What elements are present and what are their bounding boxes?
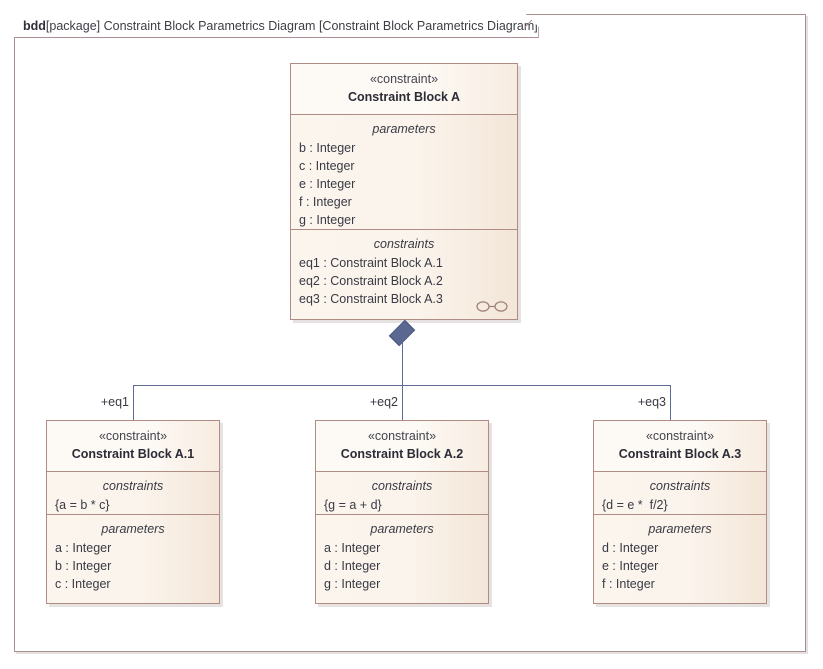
block-title-compartment: «constraint» Constraint Block A.3 — [594, 421, 766, 472]
constraints-compartment: constraints {g = a + d} — [316, 472, 488, 515]
block-constraint-block-a[interactable]: «constraint» Constraint Block A paramete… — [290, 63, 518, 320]
block-constraint-block-a-3[interactable]: «constraint» Constraint Block A.3 constr… — [593, 420, 767, 604]
parameter-item: e : Integer — [299, 177, 356, 191]
compartment-label: parameters — [370, 522, 434, 536]
constraint-item: {a = b * c} — [55, 498, 110, 512]
compartment-label: constraints — [371, 479, 433, 493]
constraint-item: {g = a + d} — [324, 498, 382, 512]
compartment-label: parameters — [101, 522, 165, 536]
parameter-item: b : Integer — [55, 559, 112, 573]
compartment-label: parameters — [372, 122, 436, 136]
diagram-kind-keyword: bdd — [23, 18, 46, 33]
constraint-item: {d = e * f/2} — [602, 498, 668, 512]
diagram-frame-header: bdd [package] Constraint Block Parametric… — [14, 14, 539, 38]
parameter-item: d : Integer — [602, 541, 659, 555]
block-constraint-block-a-1[interactable]: «constraint» Constraint Block A.1 constr… — [46, 420, 220, 604]
parameter-item: c : Integer — [55, 577, 111, 591]
parameter-item: e : Integer — [602, 559, 659, 573]
edge-label-eq2: +eq2 — [369, 395, 398, 409]
connector-drop-eq1 — [133, 385, 134, 420]
parameter-item: g : Integer — [324, 577, 381, 591]
connector-drop-eq3 — [670, 385, 671, 420]
compartment-label: parameters — [648, 522, 712, 536]
compartment-label: constraints — [373, 237, 435, 251]
block-stereotype: «constraint» — [98, 429, 168, 443]
parameter-item: c : Integer — [299, 159, 355, 173]
block-name: Constraint Block A — [347, 90, 461, 104]
parameters-compartment: parameters a : Integer d : Integer g : I… — [316, 515, 488, 604]
block-constraint-block-a-2[interactable]: «constraint» Constraint Block A.2 constr… — [315, 420, 489, 604]
compartment-label: constraints — [649, 479, 711, 493]
parameters-compartment: parameters a : Integer b : Integer c : I… — [47, 515, 219, 604]
block-title-compartment: «constraint» Constraint Block A.1 — [47, 421, 219, 472]
parametric-diagram-icon — [476, 301, 508, 312]
parameter-item: d : Integer — [324, 559, 381, 573]
block-title-compartment: «constraint» Constraint Block A — [291, 64, 517, 115]
parameters-compartment: parameters b : Integer c : Integer e : I… — [291, 115, 517, 230]
edge-label-eq3: +eq3 — [637, 395, 666, 409]
block-stereotype: «constraint» — [367, 429, 437, 443]
edge-label-eq1: +eq1 — [100, 395, 129, 409]
constraint-item: eq1 : Constraint Block A.1 — [299, 256, 443, 270]
constraints-compartment: constraints eq1 : Constraint Block A.1 e… — [291, 230, 517, 319]
block-name: Constraint Block A.1 — [71, 447, 195, 461]
parameter-item: f : Integer — [602, 577, 655, 591]
parameter-item: f : Integer — [299, 195, 352, 209]
block-title-compartment: «constraint» Constraint Block A.2 — [316, 421, 488, 472]
constraints-compartment: constraints {d = e * f/2} — [594, 472, 766, 515]
block-name: Constraint Block A.3 — [618, 447, 742, 461]
parameter-item: b : Integer — [299, 141, 356, 155]
constraint-item: eq2 : Constraint Block A.2 — [299, 274, 443, 288]
block-stereotype: «constraint» — [645, 429, 715, 443]
parameter-item: a : Integer — [55, 541, 112, 555]
diagram-canvas: bdd [package] Constraint Block Parametric… — [0, 0, 823, 669]
connector-stem — [402, 340, 403, 385]
constraints-compartment: constraints {a = b * c} — [47, 472, 219, 515]
connector-drop-eq2 — [402, 385, 403, 420]
parameter-item: g : Integer — [299, 213, 356, 227]
parameters-compartment: parameters d : Integer e : Integer f : I… — [594, 515, 766, 604]
block-name: Constraint Block A.2 — [340, 447, 464, 461]
parameter-item: a : Integer — [324, 541, 381, 555]
block-stereotype: «constraint» — [369, 72, 439, 86]
compartment-label: constraints — [102, 479, 164, 493]
diagram-frame-title: [package] Constraint Block Parametrics D… — [45, 18, 538, 33]
